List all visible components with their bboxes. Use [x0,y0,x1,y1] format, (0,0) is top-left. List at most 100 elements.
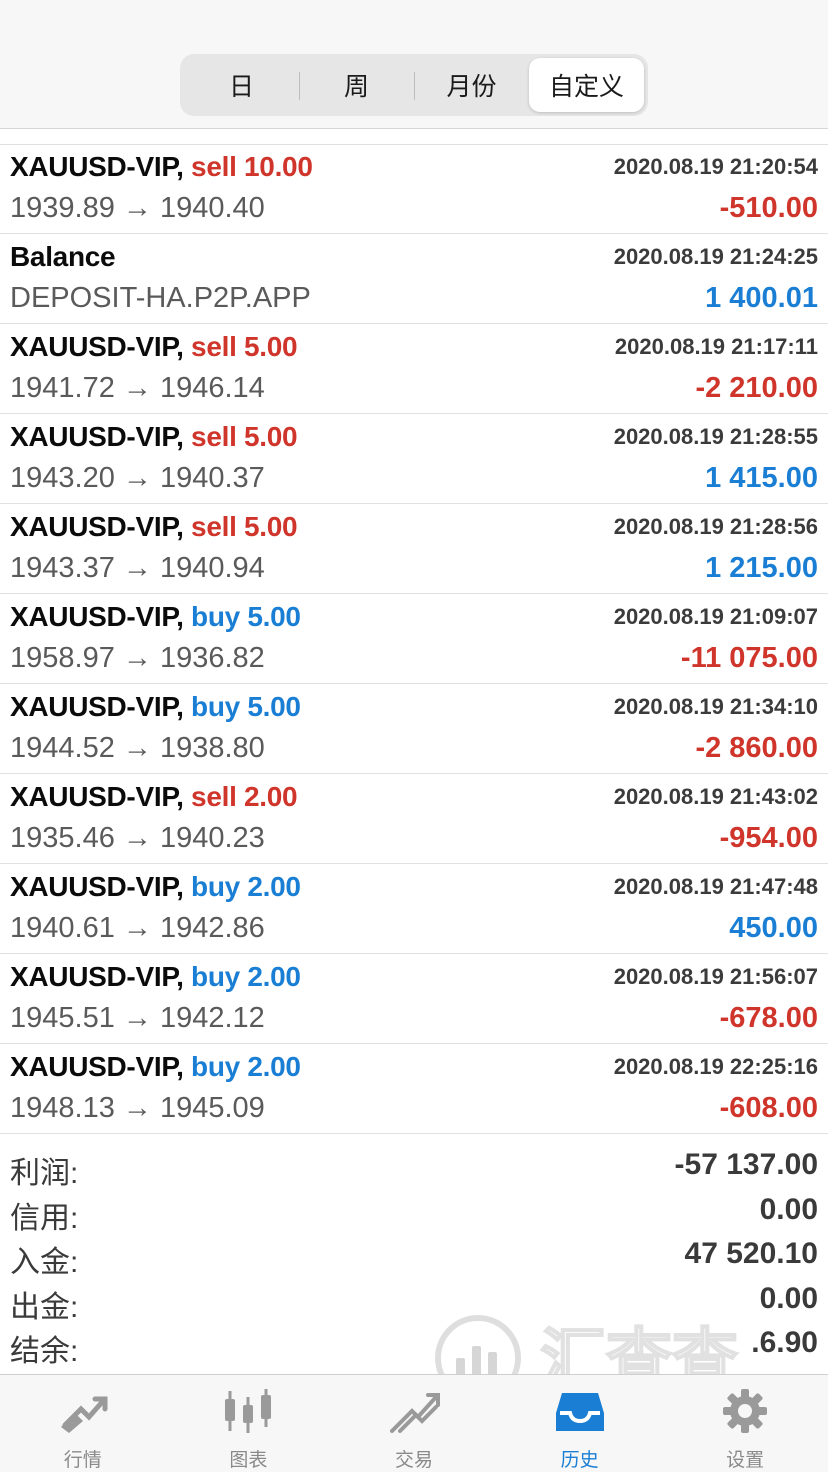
deal-symbol: Balance [10,241,116,272]
deal-symbol: XAUUSD-VIP, [10,961,184,992]
deal-profit: 1 400.01 [705,282,818,314]
period-day-tab[interactable]: 日 [184,58,299,112]
deal-profit: -954.00 [719,822,818,854]
summary-profit-row: 利润: -57 137.00 [0,1146,828,1191]
period-month-tab[interactable]: 月份 [414,58,529,112]
tab-history[interactable]: 历史 [497,1375,663,1472]
deal-time: 2020.08.19 21:56:07 [613,964,818,989]
deal-symbol: XAUUSD-VIP, [10,421,184,452]
deal-title: XAUUSD-VIP, sell 10.00 [10,151,313,183]
deal-time: 2020.08.19 21:28:56 [613,514,818,539]
deal-side-volume: buy 5.00 [191,691,301,722]
list-item[interactable]: XAUUSD-VIP, buy 2.00 2020.08.19 21:56:07 1… [0,954,828,1044]
deal-title: XAUUSD-VIP, buy 2.00 [10,1051,301,1083]
deal-profit: -510.00 [719,192,818,224]
tab-trade[interactable]: 交易 [331,1375,497,1472]
deal-title: XAUUSD-VIP, sell 5.00 [10,511,298,543]
tab-trade-label: 交易 [394,1450,433,1471]
deal-profit: 1 415.00 [705,462,818,494]
list-item[interactable]: XAUUSD-VIP, buy 5.00 2020.08.19 21:09:07 1… [0,594,828,684]
tab-settings-label: 设置 [726,1450,765,1471]
deal-time: 2020.08.19 21:17:11 [614,334,818,359]
deal-symbol: XAUUSD-VIP, [10,781,184,812]
deal-prices: DEPOSIT-HA.P2P.APP [10,282,311,314]
summary-deposit-value: 47 520.10 [684,1237,818,1270]
tab-quotes[interactable]: 行情 [0,1375,166,1472]
summary-balance-row: 结余: .6.90 [0,1324,828,1369]
deal-profit: -608.00 [719,1092,818,1124]
deal-time: 2020.08.19 21:28:55 [613,424,818,449]
summary-credit-value: 0.00 [759,1192,818,1226]
deal-profit: -2 860.00 [695,732,818,764]
deal-side-volume: sell 5.00 [191,511,298,542]
tab-settings[interactable]: 设置 [662,1375,828,1472]
deal-profit: -11 075.00 [680,642,818,674]
deal-symbol: XAUUSD-VIP, [10,151,184,182]
summary-withdrawal-value: 0.00 [759,1281,818,1315]
deal-prices: 1943.37 → 1940.94 [10,552,265,584]
deal-side-volume: sell 5.00 [191,421,298,452]
summary-withdrawal-row: 出金: 0.00 [0,1280,828,1325]
deal-title: XAUUSD-VIP, sell 5.00 [10,421,298,453]
deal-time: 2020.08.19 21:09:07 [613,604,818,629]
deal-prices: 1935.46 → 1940.23 [10,822,265,854]
deal-symbol: XAUUSD-VIP, [10,511,184,542]
list-item[interactable]: XAUUSD-VIP, buy 5.00 2020.08.19 21:34:10 1… [0,684,828,774]
deal-title: XAUUSD-VIP, buy 5.00 [10,601,301,633]
list-item[interactable]: XAUUSD-VIP, buy 2.00 2020.08.19 21:47:48 1… [0,864,828,954]
chart-candles-icon [225,1389,272,1433]
list-item[interactable]: XAUUSD-VIP, sell 5.00 2020.08.19 21:28:55… [0,414,828,504]
deal-title: XAUUSD-VIP, sell 2.00 [10,781,298,813]
deal-prices: 1958.97 → 1936.82 [10,642,265,674]
deal-time: 2020.08.19 21:47:48 [613,874,818,899]
deal-list: XAUUSD-VIP, sell 10.00 2020.08.19 21:20:5… [0,144,828,1134]
deal-side-volume: sell 2.00 [191,781,298,812]
deal-prices: 1944.52 → 1938.80 [10,732,265,764]
tab-chart[interactable]: 图表 [166,1375,332,1472]
period-week-tab[interactable]: 周 [299,58,414,112]
list-item[interactable]: XAUUSD-VIP, sell 5.00 2020.08.19 21:17:11… [0,324,828,414]
list-item[interactable]: Balance 2020.08.19 21:24:25 DEPOSIT-HA.P2P… [0,234,828,324]
trade-icon [389,1393,440,1433]
deal-prices: 1940.61 → 1942.86 [10,912,265,944]
history-inbox-icon [555,1393,604,1431]
gear-icon [723,1389,768,1433]
history-summary: 利润: -57 137.00 信用: 0.00 入金: 47 520.10 出金… [0,1146,828,1369]
deal-side-volume: buy 2.00 [191,1051,301,1082]
deal-time: 2020.08.19 22:25:16 [613,1054,818,1079]
summary-withdrawal-label: 出金: [10,1290,79,1324]
deal-time: 2020.08.19 21:34:10 [613,694,818,719]
list-item[interactable]: XAUUSD-VIP, sell 2.00 2020.08.19 21:43:02… [0,774,828,864]
deal-prices: 1939.89 → 1940.40 [10,192,265,224]
history-screen: 日 周 月份 自定义 XAUUSD-VIP, sell 10.00 2020.08… [0,0,828,1472]
bottom-tab-bar: 行情 图表 交易 历史 设置 [0,1374,828,1472]
deal-profit: -678.00 [719,1002,818,1034]
summary-credit-row: 信用: 0.00 [0,1191,828,1236]
deal-title: XAUUSD-VIP, buy 2.00 [10,961,301,993]
summary-credit-label: 信用: [10,1201,79,1235]
summary-deposit-label: 入金: [10,1246,79,1279]
deal-symbol: XAUUSD-VIP, [10,601,184,632]
deal-title: XAUUSD-VIP, sell 5.00 [10,331,298,363]
list-item[interactable]: XAUUSD-VIP, sell 10.00 2020.08.19 21:20:5… [0,144,828,234]
deal-side-volume: buy 2.00 [191,871,301,902]
deal-title: Balance [10,241,116,273]
period-header: 日 周 月份 自定义 [0,0,828,129]
summary-balance-value: .6.90 [751,1326,818,1359]
deal-prices: 1945.51 → 1942.12 [10,1002,265,1034]
deal-time: 2020.08.19 21:24:25 [613,244,818,269]
list-item[interactable]: XAUUSD-VIP, sell 5.00 2020.08.19 21:28:56… [0,504,828,594]
deal-symbol: XAUUSD-VIP, [10,331,184,362]
deal-prices: 1948.13 → 1945.09 [10,1092,265,1124]
deal-symbol: XAUUSD-VIP, [10,1051,184,1082]
deal-side-volume: sell 10.00 [191,151,313,182]
deal-time: 2020.08.19 21:43:02 [613,784,818,809]
summary-deposit-row: 入金: 47 520.10 [0,1235,828,1280]
summary-balance-label: 结余: [10,1335,79,1368]
deal-side-volume: sell 5.00 [191,331,298,362]
period-custom-tab[interactable]: 自定义 [529,58,644,112]
period-segmented-control: 日 周 月份 自定义 [180,54,648,116]
list-item[interactable]: XAUUSD-VIP, buy 2.00 2020.08.19 22:25:16 1… [0,1044,828,1134]
deal-title: XAUUSD-VIP, buy 5.00 [10,691,301,723]
deal-profit: 1 215.00 [705,552,818,584]
